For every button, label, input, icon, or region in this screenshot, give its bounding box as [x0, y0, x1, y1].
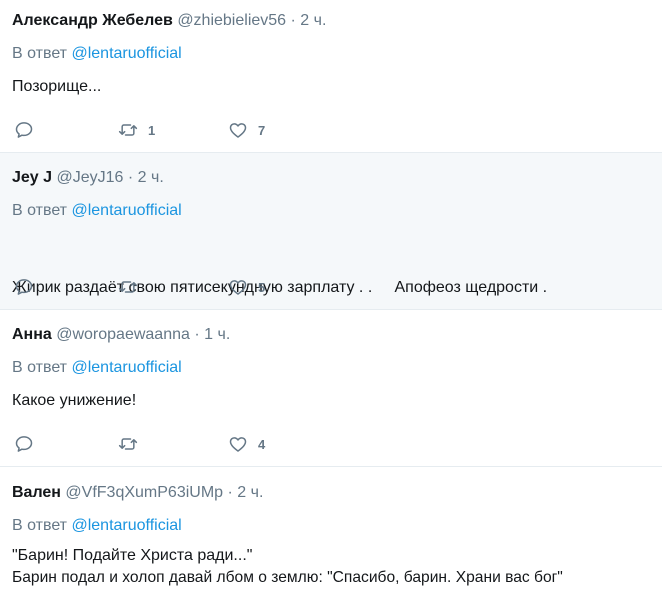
separator-dot: ·	[127, 169, 134, 186]
like-count: 4	[258, 436, 266, 452]
user-handle[interactable]: @woropaewaanna	[56, 326, 190, 343]
user-name[interactable]: Jey J	[12, 169, 52, 186]
tweet-actions: 5	[14, 276, 334, 298]
like-button[interactable]: 7	[228, 119, 265, 141]
tweet-header: Jey J @JeyJ16 · 2 ч.	[12, 167, 164, 189]
heart-icon	[229, 280, 247, 295]
separator-dot: ·	[227, 484, 233, 501]
retweet-button[interactable]	[118, 433, 148, 455]
tweet-text: "Барин! Подайте Христа ради..." Барин по…	[12, 545, 563, 589]
reply-mention-link[interactable]: @lentaruofficial	[71, 517, 181, 534]
tweet[interactable]: Jey J @JeyJ16 · 2 ч. В ответ @lentaruoff…	[0, 153, 662, 310]
reply-icon	[15, 436, 33, 452]
timestamp[interactable]: 2 ч.	[138, 169, 164, 186]
reply-context: В ответ @lentaruofficial	[12, 357, 182, 379]
reply-icon	[15, 279, 33, 295]
timestamp[interactable]: 2 ч.	[300, 12, 326, 29]
timestamp[interactable]: 1 ч.	[204, 326, 230, 343]
tweet-text: Позорище...	[12, 76, 101, 98]
reply-prefix: В ответ	[12, 45, 68, 62]
tweet-header: Анна @woropaewaanna · 1 ч.	[12, 324, 230, 346]
reply-mention-link[interactable]: @lentaruofficial	[71, 359, 181, 376]
tweet[interactable]: Анна @woropaewaanna · 1 ч. В ответ @lent…	[0, 310, 662, 467]
reply-context: В ответ @lentaruofficial	[12, 200, 182, 222]
timestamp[interactable]: 2 ч.	[237, 484, 263, 501]
reply-mention-link[interactable]: @lentaruofficial	[71, 202, 181, 219]
retweet-icon	[118, 281, 138, 293]
user-handle[interactable]: @VfF3qXumP63iUMp	[65, 484, 223, 501]
reply-context: В ответ @lentaruofficial	[12, 43, 182, 65]
retweet-icon	[118, 124, 138, 136]
tweet-text-line: Позорище...	[12, 78, 102, 95]
reply-prefix: В ответ	[12, 202, 68, 219]
separator-dot: ·	[194, 326, 200, 343]
heart-icon	[229, 123, 247, 138]
like-button[interactable]: 5	[228, 276, 265, 298]
tweet[interactable]: Александр Жебелев @zhiebieliev56 · 2 ч. …	[0, 0, 662, 153]
heart-icon	[229, 437, 247, 452]
reply-context: В ответ @lentaruofficial	[12, 515, 182, 537]
like-button[interactable]: 4	[228, 433, 265, 455]
user-name[interactable]: Александр Жебелев	[12, 12, 173, 29]
reply-button[interactable]	[14, 119, 34, 141]
separator-dot: ·	[290, 12, 296, 29]
reply-icon	[15, 122, 33, 138]
reply-button[interactable]	[14, 276, 34, 298]
user-handle[interactable]: @JeyJ16	[57, 169, 124, 186]
reply-prefix: В ответ	[12, 517, 68, 534]
user-handle[interactable]: @zhiebieliev56	[177, 12, 286, 29]
user-name[interactable]: Вален	[12, 484, 61, 501]
retweet-count: 1	[148, 122, 156, 138]
tweet-text-line: Какое унижение!	[12, 392, 137, 409]
tweet-header: Вален @VfF3qXumP63iUMp · 2 ч.	[12, 482, 263, 504]
tweet-header: Александр Жебелев @zhiebieliev56 · 2 ч.	[12, 10, 326, 32]
retweet-button[interactable]: 1	[118, 119, 155, 141]
like-count: 7	[258, 122, 266, 138]
tweet-text-line: Барин подал и холоп давай лбом о землю: …	[12, 569, 563, 586]
reply-prefix: В ответ	[12, 359, 68, 376]
tweet-text: Какое унижение!	[12, 390, 136, 412]
tweet-actions: 1 7	[14, 119, 334, 141]
reply-button[interactable]	[14, 433, 34, 455]
tweet-text-line: "Барин! Подайте Христа ради..."	[12, 547, 253, 564]
reply-mention-link[interactable]: @lentaruofficial	[71, 45, 181, 62]
user-name[interactable]: Анна	[12, 326, 52, 343]
retweet-icon	[118, 438, 138, 450]
like-count: 5	[258, 279, 266, 295]
retweet-button[interactable]	[118, 276, 148, 298]
tweet-actions: 4	[14, 433, 334, 455]
tweet[interactable]: Вален @VfF3qXumP63iUMp · 2 ч. В ответ @l…	[0, 467, 662, 612]
